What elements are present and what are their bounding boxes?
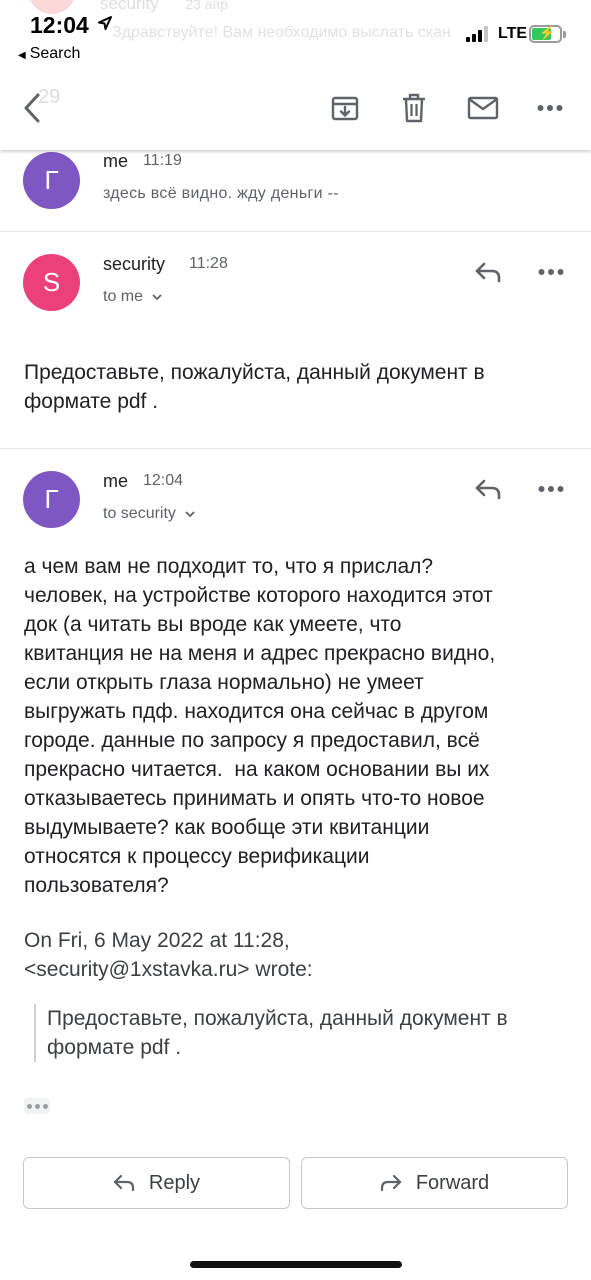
forward-icon — [380, 1174, 401, 1192]
message-body: Предоставьте, пожалуйста, данный докумен… — [24, 361, 485, 413]
quoted-text: Предоставьте, пожалуйста, данный докумен… — [34, 1004, 579, 1062]
reply-bottom-button[interactable]: Reply — [23, 1157, 290, 1209]
chevron-down-icon — [152, 294, 163, 301]
avatar: Г — [23, 471, 80, 528]
forward-label: Forward — [415, 1171, 490, 1194]
avatar: Г — [23, 152, 80, 209]
reply-button[interactable] — [471, 474, 505, 504]
network-type: LTE — [498, 25, 528, 42]
more-options-button[interactable] — [532, 90, 568, 126]
clock: 12:04 — [30, 12, 89, 38]
archive-icon — [331, 96, 359, 121]
reply-button[interactable] — [471, 257, 505, 287]
home-indicator — [190, 1261, 402, 1268]
reply-icon — [475, 262, 501, 283]
reply-icon — [113, 1174, 135, 1192]
message-expanded: S security 11:28 to me Предоставьте, пож… — [0, 232, 591, 448]
recipients-label: to security — [103, 505, 176, 522]
back-arrow-icon — [24, 93, 40, 123]
reply-icon — [475, 479, 501, 500]
forward-button[interactable]: Forward — [301, 1157, 568, 1209]
back-to-app-link[interactable]: ◀ Search — [18, 45, 80, 63]
message-more-button[interactable] — [534, 257, 568, 287]
more-horizontal-icon — [537, 105, 563, 111]
ghost-time: 23 апр — [185, 0, 228, 12]
ghost-list-header: security 23 апр — [100, 0, 228, 14]
ghost-sender: security — [100, 0, 159, 13]
message-time: 11:19 — [143, 152, 182, 169]
avatar-letter: Г — [44, 484, 59, 514]
message-toolbar: 29 — [0, 72, 591, 150]
more-horizontal-icon — [538, 269, 564, 275]
status-bar: security 23 апр Здравствуйте! Вам необхо… — [0, 0, 591, 72]
ghost-preview: Здравствуйте! Вам необходимо выслать ска… — [112, 24, 451, 41]
back-app-label: Search — [29, 45, 81, 62]
quote-header: On Fri, 6 May 2022 at 11:28, <security@1… — [24, 929, 313, 981]
mark-unread-button[interactable] — [463, 90, 503, 126]
recipients-toggle[interactable]: to me — [103, 288, 163, 306]
trash-icon — [403, 93, 425, 123]
location-arrow-icon — [98, 16, 112, 30]
message-time: 11:28 — [189, 255, 228, 272]
show-trimmed-content-button[interactable] — [24, 1098, 50, 1114]
avatar-letter: S — [42, 267, 61, 297]
sender-name: me — [103, 151, 129, 171]
message-collapsed[interactable]: Г me 11:19 здесь всё видно. жду деньги -… — [0, 150, 591, 232]
back-button[interactable] — [14, 90, 50, 126]
message-more-button[interactable] — [534, 474, 568, 504]
sender-name: me — [103, 471, 129, 491]
archive-button[interactable] — [327, 90, 363, 126]
battery-icon: ⚡ — [529, 25, 566, 43]
delete-button[interactable] — [396, 90, 432, 126]
sender-name: security — [103, 254, 166, 274]
recipients-label: to me — [103, 288, 144, 305]
mail-icon — [467, 96, 499, 120]
reply-label: Reply — [148, 1171, 201, 1194]
message-body: а чем вам не подходит то, что я прислал?… — [24, 555, 496, 897]
chevron-down-icon — [185, 511, 196, 518]
message-snippet: здесь всё видно. жду деньги -- — [103, 185, 339, 202]
more-horizontal-icon — [538, 486, 564, 492]
avatar-letter: Г — [44, 165, 59, 195]
recipients-toggle[interactable]: to security — [103, 505, 196, 523]
avatar: S — [23, 254, 80, 311]
message-time: 12:04 — [143, 472, 184, 489]
back-triangle-icon: ◀ — [18, 50, 26, 61]
cellular-signal-icon — [466, 26, 488, 42]
message-expanded: Г me 12:04 to security а чем вам не подх… — [0, 449, 591, 1139]
